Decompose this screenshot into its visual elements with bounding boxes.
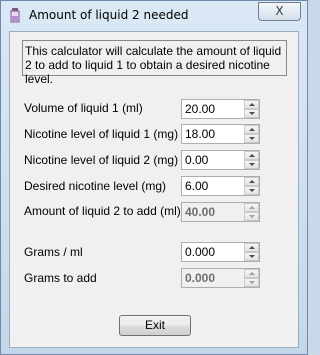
title-bar[interactable]: Amount of liquid 2 needed X: [1, 1, 307, 31]
amount-liquid2-value: 40.00: [185, 205, 216, 219]
grams-per-ml-spinner[interactable]: 0.000: [181, 242, 260, 262]
volume-liquid1-value[interactable]: 20.00: [185, 102, 215, 116]
nicotine-liquid2-spinner[interactable]: 0.00: [181, 150, 260, 170]
spin-up-button[interactable]: [244, 100, 259, 109]
spin-down-button: [244, 212, 259, 221]
desired-nicotine-value[interactable]: 6.00: [185, 179, 208, 193]
spinner-arrows: [244, 177, 259, 195]
close-button[interactable]: X: [258, 2, 301, 21]
calculator-window: Amount of liquid 2 needed X This calcula…: [0, 0, 308, 355]
nicotine-liquid2-value[interactable]: 0.00: [185, 153, 208, 167]
nicotine-liquid1-label: Nicotine level of liquid 1 (mg): [24, 127, 179, 141]
spin-down-button[interactable]: [244, 134, 259, 143]
volume-liquid1-spinner[interactable]: 20.00: [181, 99, 260, 119]
spin-up-button[interactable]: [244, 243, 259, 252]
grams-to-add-label: Grams to add: [24, 271, 97, 285]
spinner-arrows: [244, 125, 259, 143]
nicotine-liquid2-label: Nicotine level of liquid 2 (mg): [24, 153, 179, 167]
spinner-arrows: [244, 269, 259, 287]
grams-per-ml-label: Grams / ml: [24, 245, 83, 259]
amount-liquid2-spinner: 40.00: [181, 202, 260, 222]
amount-liquid2-label: Amount of liquid 2 to add (ml): [24, 204, 181, 218]
window-title: Amount of liquid 2 needed: [29, 8, 189, 22]
grams-to-add-value: 0.000: [185, 271, 216, 285]
exit-button[interactable]: Exit: [119, 315, 191, 336]
spin-down-button: [244, 278, 259, 287]
desired-nicotine-spinner[interactable]: 6.00: [181, 176, 260, 196]
spin-up-button: [244, 269, 259, 278]
volume-liquid1-label: Volume of liquid 1 (ml): [24, 101, 143, 115]
client-area: This calculator will calculate the amoun…: [9, 31, 299, 348]
spinner-arrows: [244, 100, 259, 118]
spin-down-button[interactable]: [244, 186, 259, 195]
grams-per-ml-value[interactable]: 0.000: [185, 245, 215, 259]
spin-up-button[interactable]: [244, 151, 259, 160]
description-box: This calculator will calculate the amoun…: [22, 40, 287, 86]
spin-up-button: [244, 203, 259, 212]
spinner-arrows: [244, 203, 259, 221]
spinner-arrows: [244, 151, 259, 169]
spin-down-button[interactable]: [244, 160, 259, 169]
desired-nicotine-label: Desired nicotine level (mg): [24, 179, 167, 193]
nicotine-liquid1-value[interactable]: 18.00: [185, 127, 215, 141]
spin-up-button[interactable]: [244, 125, 259, 134]
liquid-bottle-icon: [10, 8, 20, 23]
spin-up-button[interactable]: [244, 177, 259, 186]
spinner-arrows: [244, 243, 259, 261]
grams-to-add-spinner: 0.000: [181, 268, 260, 288]
spin-down-button[interactable]: [244, 109, 259, 118]
nicotine-liquid1-spinner[interactable]: 18.00: [181, 124, 260, 144]
spin-down-button[interactable]: [244, 252, 259, 261]
